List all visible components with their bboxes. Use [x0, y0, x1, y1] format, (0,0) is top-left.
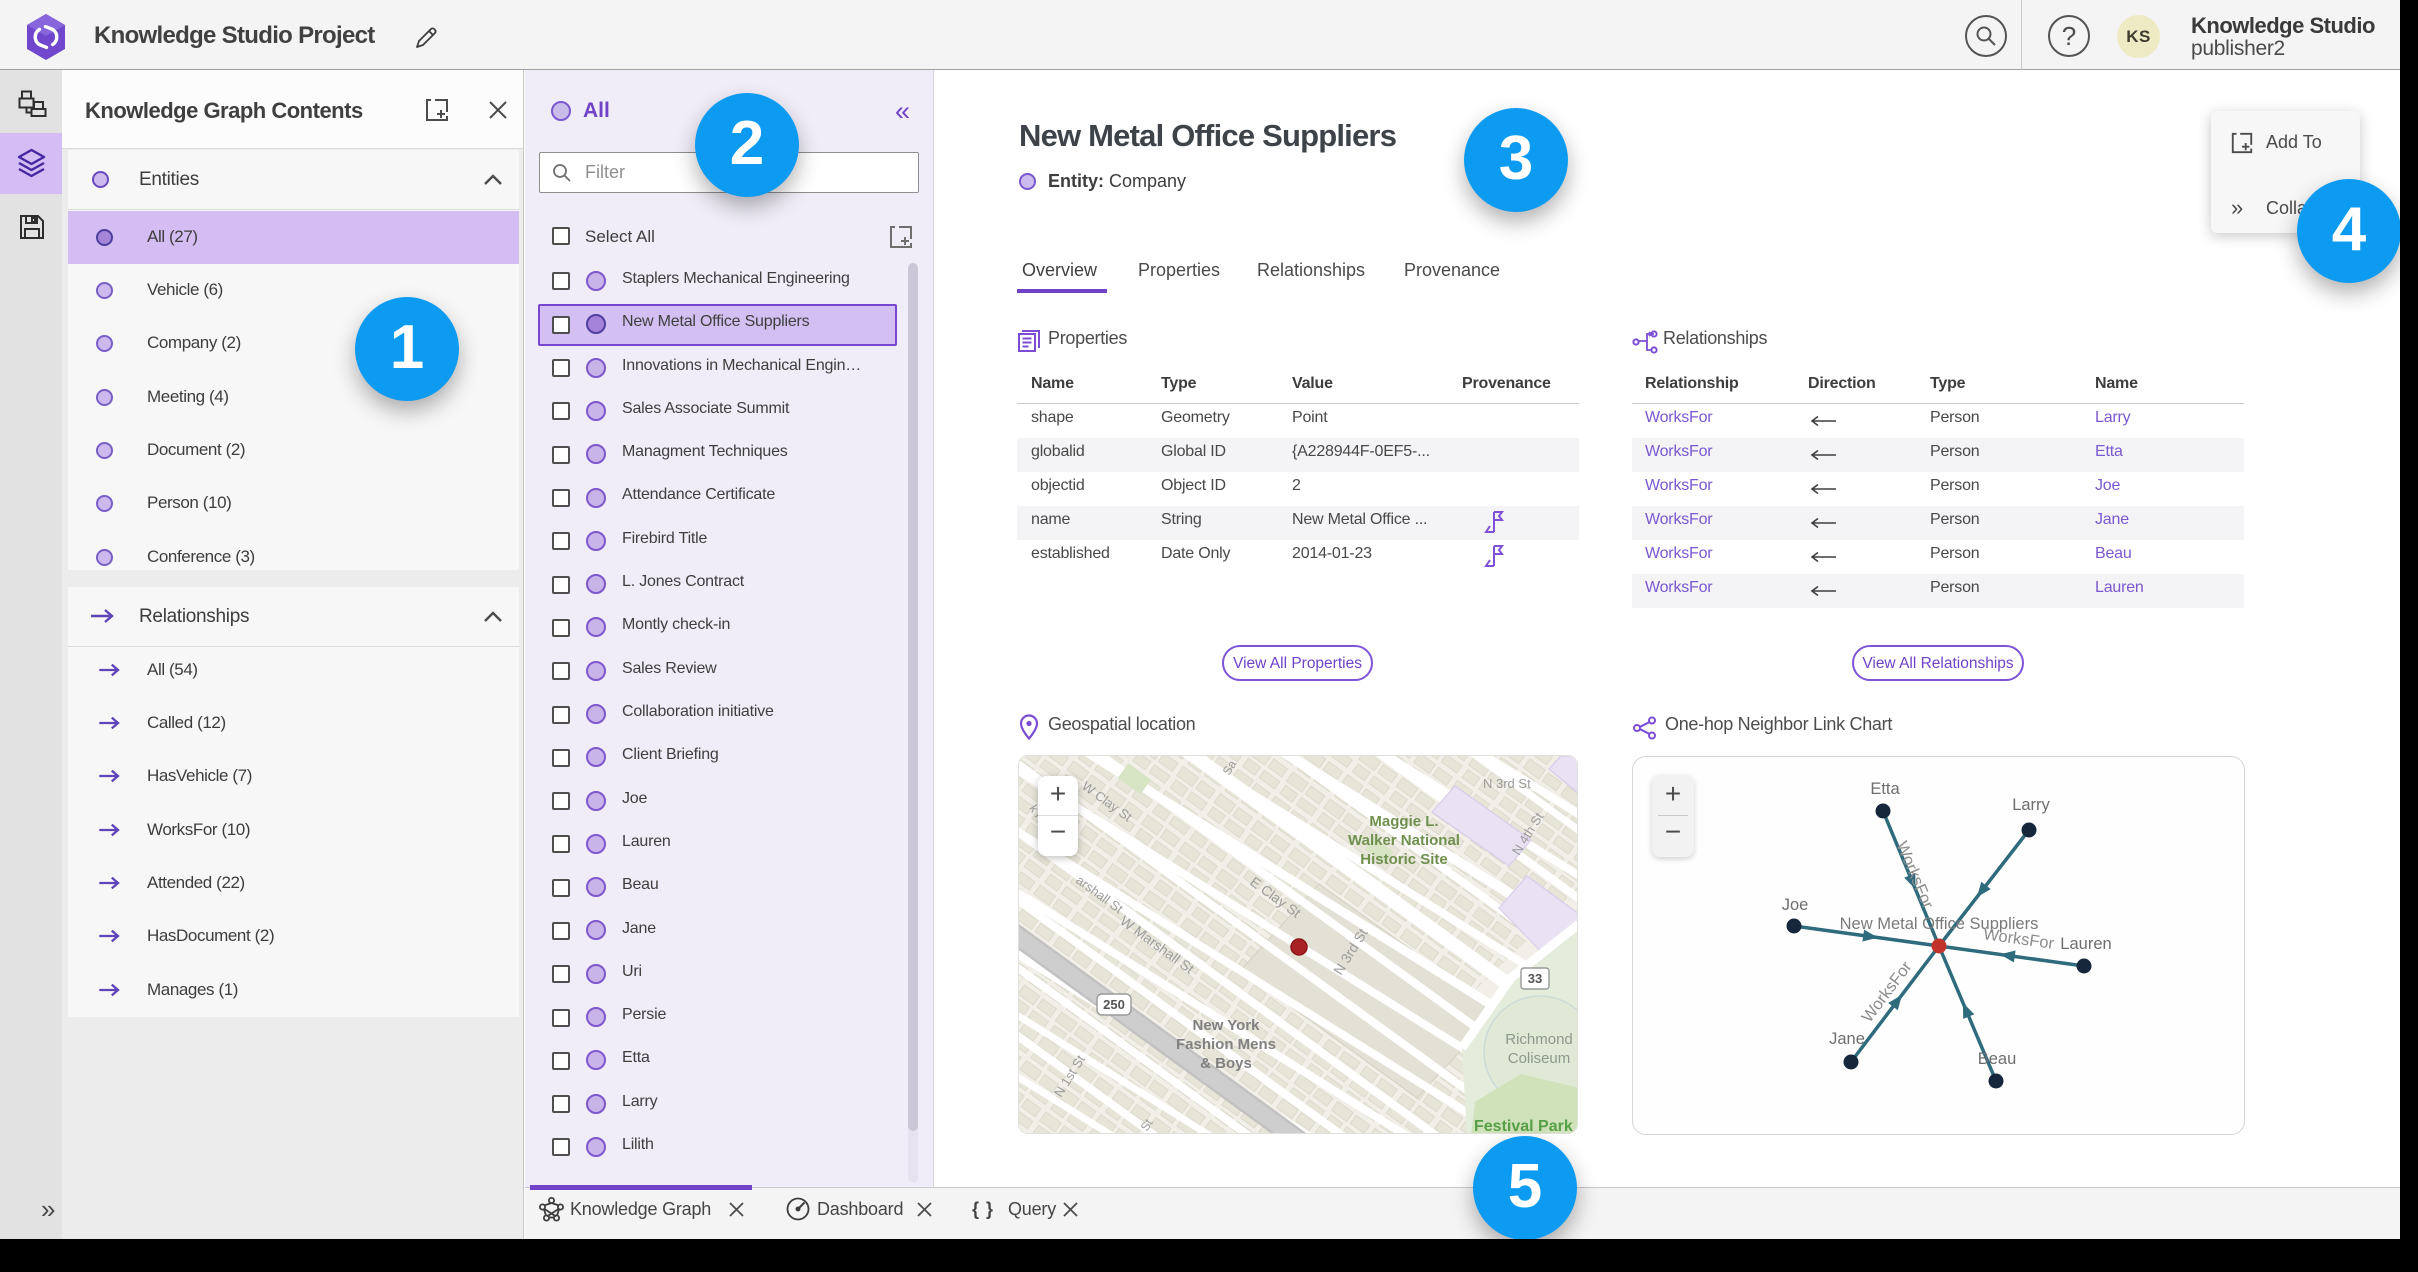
svg-text:WorksFor: WorksFor [1892, 839, 1937, 912]
svg-text:WorksFor: WorksFor [1982, 925, 2056, 953]
svg-text:Jane: Jane [1829, 1030, 1865, 1048]
svg-text:Lauren: Lauren [2060, 935, 2111, 953]
svg-text:250: 250 [1103, 997, 1125, 1012]
svg-text:Beau: Beau [1978, 1050, 2017, 1068]
svg-text:Joe: Joe [1782, 896, 1809, 914]
svg-text:Larry: Larry [2012, 796, 2050, 814]
svg-text:Etta: Etta [1870, 780, 1900, 798]
svg-text:Festival Park: Festival Park [1474, 1118, 1573, 1134]
svg-text:33: 33 [1528, 971, 1542, 986]
svg-text:N 3rd St: N 3rd St [1483, 776, 1531, 791]
